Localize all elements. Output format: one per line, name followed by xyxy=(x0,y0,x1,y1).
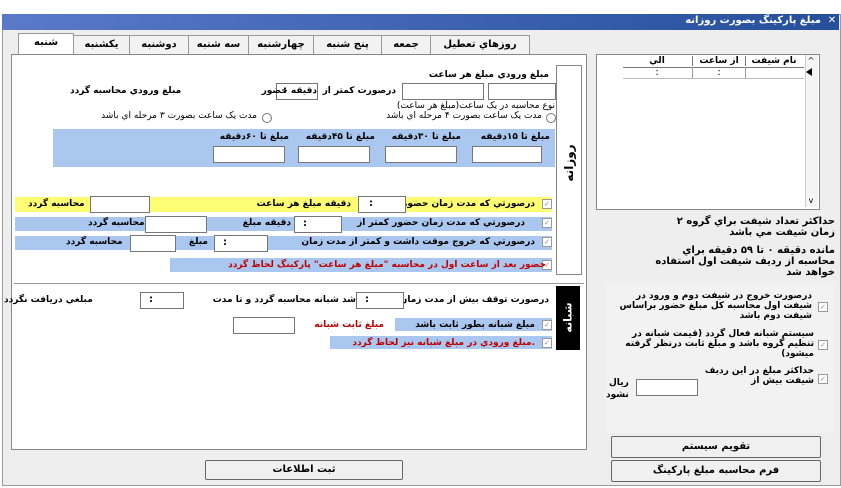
row-temp-exit-label-a: درصورتي که خروج موقت داشت و کمتر از مدت … xyxy=(301,237,535,247)
max-amount-check[interactable]: ✓ xyxy=(818,374,828,384)
row-temp-exit-input[interactable]: : xyxy=(214,235,268,252)
fixed-night-amount-input[interactable] xyxy=(233,317,295,334)
entry-fee-input[interactable] xyxy=(488,83,556,100)
row-temp-exit-check[interactable]: ✓ xyxy=(542,237,552,247)
up-to-45-input[interactable] xyxy=(298,146,370,163)
parking-calc-form-button[interactable]: فرم محاسبه مبلغ پارکينگ xyxy=(611,460,821,482)
grid-cell-to[interactable]: : xyxy=(623,67,691,78)
row-pointer-icon xyxy=(806,68,812,76)
row-under-minutes-input[interactable]: : xyxy=(294,216,342,233)
minute-presence-label: دقيقه حضور xyxy=(261,86,317,96)
scroll-up-icon[interactable]: ^ xyxy=(803,56,819,66)
radio-4-steps[interactable] xyxy=(546,113,556,123)
row-under-minutes-label-a: درصورتي که مدت زمان حضور کمتر از xyxy=(357,218,525,228)
grid-header-to: الي xyxy=(649,56,665,66)
up-to-60-label: مبلغ تا ۶۰دقيقه xyxy=(219,132,289,142)
calc-type-label: نوع محاسبه در يک ساعت(مبلغ هر ساعت) xyxy=(396,101,555,111)
daily-label: روزانه xyxy=(562,144,576,182)
fixed-night-check[interactable]: ✓ xyxy=(542,320,552,330)
max-shift-note: حداکثر تعداد شيفت براي گروه ۲ زمان شيفت … xyxy=(676,216,835,238)
row-over-minutes-check[interactable]: ✓ xyxy=(542,199,552,209)
row-over-minutes-label-c: محاسبه گردد xyxy=(28,199,85,209)
grid-header-name: نام شيفت xyxy=(751,56,797,66)
section-divider xyxy=(14,283,584,284)
save-button[interactable]: ثبت اطلاعات xyxy=(205,460,403,480)
tab-monday[interactable]: دوشنبه xyxy=(129,35,189,54)
if-less-than-label: درصورت کمتر از xyxy=(322,86,396,96)
entry-calc-label: مبلغ ورودي محاسبه گردد xyxy=(70,86,182,96)
system-calendar-button[interactable]: تقويم سيستم xyxy=(611,436,821,458)
scroll-down-icon[interactable]: v xyxy=(803,196,819,206)
fixed-night-label: مبلغ شبانه بطور ثابت باشد xyxy=(415,320,535,330)
row-after-first-hour-label: حضور بعد از ساعت اول در محاسبه "مبلغ هر … xyxy=(228,260,546,270)
night-entry-check[interactable]: ✓ xyxy=(542,338,552,348)
window-title: مبلغ پارکینگ بصورت روزانه xyxy=(685,15,821,26)
up-to-15-label: مبلغ تا ۱۵دقيقه xyxy=(480,132,550,142)
night-label: شبانه xyxy=(561,302,575,333)
night-duration-input[interactable]: : xyxy=(356,292,404,309)
up-to-60-input[interactable] xyxy=(213,146,285,163)
night-row-label-c: مبلغي دريافت نگردد xyxy=(4,295,93,305)
night-entry-label: مبلغ ورودي در مبلغ شبانه نيز لحاظ گردد. xyxy=(352,338,535,348)
row-under-minutes-check[interactable]: ✓ xyxy=(542,218,552,228)
grid-scrollbar[interactable] xyxy=(805,55,818,207)
hourly-fee-input[interactable] xyxy=(402,83,484,100)
exit-shift-check[interactable]: ✓ xyxy=(818,302,828,312)
row-under-minutes-label-b: دقيقه مبلغ xyxy=(242,218,291,228)
row-under-minutes-label-c: محاسبه گردد xyxy=(88,218,145,228)
grid-header-from: از ساعت xyxy=(692,56,746,66)
radio-3-steps-label: مدت يک ساعت بصورت ۳ مرحله اي باشد xyxy=(101,111,257,121)
night-section-tab: شبانه xyxy=(556,286,580,350)
close-icon[interactable]: ✕ xyxy=(826,15,838,27)
max-amount-input[interactable] xyxy=(636,379,698,396)
tab-tuesday[interactable]: سه شنبه xyxy=(188,35,249,54)
grid-cell-from[interactable]: : xyxy=(692,67,746,78)
fixed-night-amount-label: مبلغ ثابت شبانه xyxy=(314,320,384,330)
night-row-label-b: شد شبانه محاسبه گردد و تا مدت xyxy=(212,295,356,305)
remaining-minutes-note: مانده دقيقه ۰ تا ۵۹ دقيقه براي محاسبه از… xyxy=(655,245,835,278)
row-temp-exit-label-b: مبلغ xyxy=(188,237,208,247)
row-temp-exit-label-c: محاسبه گردد xyxy=(66,237,123,247)
night-free-input[interactable]: : xyxy=(140,292,184,309)
row-over-minutes-input[interactable]: : xyxy=(358,196,406,213)
row-over-minutes-label-b: دقيقه مبلغ هر ساعت xyxy=(256,199,351,209)
entry-fee-label: مبلغ ورودي xyxy=(497,70,549,80)
daily-section-tab: روزانه xyxy=(556,65,582,275)
not-be-label: نشود xyxy=(606,390,629,400)
rial-label: ريال xyxy=(609,378,629,388)
tab-friday[interactable]: جمعه xyxy=(381,35,431,54)
exit-shift-label: درصورت خروج در شيفت دوم و ورود در شيفت ا… xyxy=(619,291,812,321)
night-row-label-a: درصورت توقف بيش از مدت زمان xyxy=(399,295,549,305)
tab-wednesday[interactable]: چهارشنبه xyxy=(248,35,314,54)
up-to-30-input[interactable] xyxy=(385,146,457,163)
max-amount-label: حداکثر مبلغ در اين رديف شيفت بيش از xyxy=(704,366,814,386)
night-system-check[interactable]: ✓ xyxy=(818,340,828,350)
night-system-label: سيستم شبانه فعال گردد (قيمت شبانه در تنظ… xyxy=(625,329,814,359)
row-under-minutes-amount[interactable] xyxy=(145,216,207,233)
hourly-fee-label: مبلغ هر ساعت xyxy=(428,70,494,80)
row-temp-exit-amount[interactable] xyxy=(130,235,176,252)
row-over-minutes-amount[interactable] xyxy=(90,196,150,213)
tab-sunday[interactable]: يکشنبه xyxy=(73,35,130,54)
tab-saturday[interactable]: شنبه xyxy=(18,33,74,55)
up-to-30-label: مبلغ تا ۳۰دقيقه xyxy=(391,132,461,142)
tab-thursday[interactable]: پنج شنبه xyxy=(313,35,382,54)
up-to-15-input[interactable] xyxy=(472,146,542,163)
up-to-45-label: مبلغ تا ۴۵دقيقه xyxy=(305,132,375,142)
tab-holidays[interactable]: روزهاي تعطيل xyxy=(430,35,530,54)
radio-3-steps[interactable] xyxy=(262,113,272,123)
radio-4-steps-label: مدت يک ساعت بصورت ۴ مرحله اي باشد xyxy=(386,111,542,121)
